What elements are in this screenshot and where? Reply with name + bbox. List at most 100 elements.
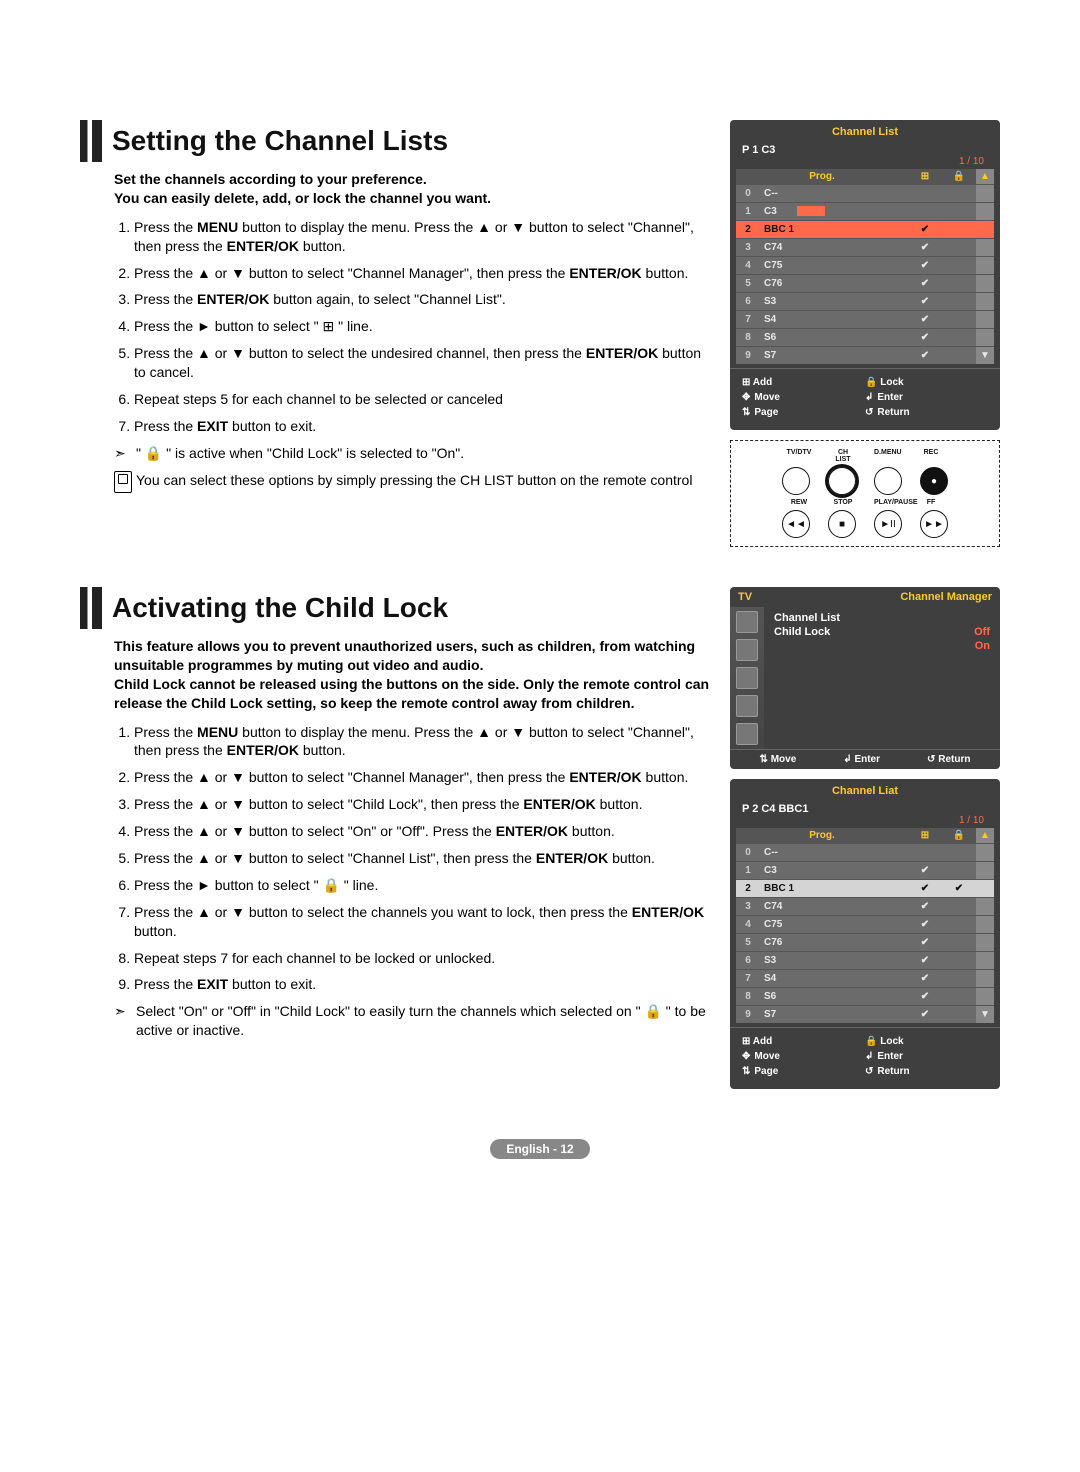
remote-rew-button[interactable]: ◄◄ (782, 510, 810, 538)
channel-num: 6 (736, 952, 760, 970)
step-item: Press the MENU button to display the men… (134, 723, 710, 761)
channel-num: 3 (736, 898, 760, 916)
osd1-h-prog: Prog. (736, 169, 908, 185)
scroll-track[interactable] (976, 916, 994, 934)
scroll-track[interactable] (976, 952, 994, 970)
channel-row[interactable]: 1C3 (736, 203, 994, 221)
channel-name: C76 (760, 934, 908, 952)
step-item: Press the ▲ or ▼ button to select "On" o… (134, 822, 710, 841)
menu-icon[interactable] (736, 611, 758, 633)
osd1-f-add-text: ⊞ Add (742, 377, 772, 388)
channel-name: C76 (760, 275, 908, 293)
channel-lock (942, 293, 976, 311)
section1-note1-text: " 🔒 " is active when "Child Lock" is sel… (136, 444, 464, 463)
channel-add: ✔ (908, 916, 942, 934)
remote-labels-row2: REWSTOPPLAY/PAUSEFF (786, 499, 944, 506)
scroll-track[interactable] (976, 970, 994, 988)
channel-name: S7 (760, 1006, 908, 1024)
manual-page: Setting the Channel Lists Set the channe… (80, 120, 1000, 1159)
channel-num: 1 (736, 203, 760, 221)
scroll-track[interactable] (976, 880, 994, 898)
scroll-track[interactable] (976, 329, 994, 347)
channel-name: S6 (760, 329, 908, 347)
remote-dmenu-button[interactable] (874, 467, 902, 495)
menu-row[interactable]: Child LockOff (774, 625, 990, 639)
scroll-track[interactable] (976, 185, 994, 203)
channel-row[interactable]: 9S7✔▼ (736, 347, 994, 365)
channel-row[interactable]: 6S3✔ (736, 293, 994, 311)
channel-row[interactable]: 2BBC 1✔✔ (736, 880, 994, 898)
channel-row[interactable]: 0C-- (736, 185, 994, 203)
remote-tvdtv-button[interactable] (782, 467, 810, 495)
scroll-track[interactable] (976, 221, 994, 239)
scroll-track[interactable] (976, 239, 994, 257)
menu-row[interactable]: On (774, 639, 990, 653)
channel-row[interactable]: 5C76✔ (736, 275, 994, 293)
scroll-track[interactable] (976, 293, 994, 311)
osd2-f-return: ↺ Return (927, 754, 970, 765)
scroll-track[interactable] (976, 862, 994, 880)
channel-row[interactable]: 4C75✔ (736, 257, 994, 275)
channel-add: ✔ (908, 880, 942, 898)
channel-row[interactable]: 7S4✔ (736, 311, 994, 329)
arrow-icon (114, 1002, 136, 1040)
channel-row[interactable]: 8S6✔ (736, 329, 994, 347)
osd3-f-page: ⇅Page (742, 1066, 865, 1077)
remote-stop-button[interactable]: ■ (828, 510, 856, 538)
channel-row[interactable]: 3C74✔ (736, 239, 994, 257)
channel-lock (942, 347, 976, 365)
channel-row[interactable]: 1C3✔ (736, 862, 994, 880)
osd3-f-enter: ↲Enter (865, 1051, 988, 1062)
channel-row[interactable]: 7S4✔ (736, 970, 994, 988)
scroll-track[interactable] (976, 203, 994, 221)
osd1-f-enter: ↲Enter (865, 392, 988, 403)
scroll-track[interactable] (976, 898, 994, 916)
channel-row[interactable]: 4C75✔ (736, 916, 994, 934)
osd2-f-return-text: Return (938, 754, 970, 765)
scroll-down-icon[interactable]: ▼ (976, 347, 994, 365)
osd1-table: Prog. ⊞ 🔒 ▲ 0C--1C32BBC 1✔3C74✔4C75✔5C76… (736, 169, 994, 364)
menu-option: On (975, 640, 990, 652)
scroll-track[interactable] (976, 275, 994, 293)
menu-icon[interactable] (736, 695, 758, 717)
channel-num: 9 (736, 1006, 760, 1024)
channel-lock (942, 844, 976, 862)
channel-row[interactable]: 6S3✔ (736, 952, 994, 970)
scroll-track[interactable] (976, 988, 994, 1006)
channel-add: ✔ (908, 239, 942, 257)
menu-icon[interactable] (736, 667, 758, 689)
channel-add: ✔ (908, 221, 942, 239)
menu-row[interactable]: Channel List (774, 611, 990, 625)
channel-row[interactable]: 0C-- (736, 844, 994, 862)
remote-rec-button[interactable]: ● (920, 467, 948, 495)
channel-add (908, 844, 942, 862)
channel-row[interactable]: 2BBC 1✔ (736, 221, 994, 239)
scroll-track[interactable] (976, 934, 994, 952)
osd3-h-lock: 🔒 (942, 828, 976, 844)
remote-ff-button[interactable]: ►► (920, 510, 948, 538)
remote-icon-wrap (114, 471, 136, 493)
menu-icon[interactable] (736, 723, 758, 745)
section2-graphics: TV Channel Manager Channel ListChild Loc… (730, 587, 1000, 1099)
title-bar-icon (80, 120, 102, 162)
scroll-track[interactable] (976, 311, 994, 329)
scroll-up-icon[interactable]: ▲ (976, 828, 994, 844)
remote-chlist-button[interactable] (828, 467, 856, 495)
scroll-track[interactable] (976, 844, 994, 862)
channel-add (908, 185, 942, 203)
scroll-up-icon[interactable]: ▲ (976, 169, 994, 185)
scroll-track[interactable] (976, 257, 994, 275)
osd1-current-text: P 1 C3 (742, 144, 775, 156)
osd3-current: P 2 C4 BBC1 (736, 799, 994, 815)
remote-play-button[interactable]: ►II (874, 510, 902, 538)
osd3-f-move: ✥Move (742, 1051, 865, 1062)
section2-steps: Press the MENU button to display the men… (114, 723, 710, 995)
remote-label: D.MENU (874, 449, 900, 463)
channel-row[interactable]: 3C74✔ (736, 898, 994, 916)
channel-row[interactable]: 5C76✔ (736, 934, 994, 952)
channel-row[interactable]: 8S6✔ (736, 988, 994, 1006)
scroll-down-icon[interactable]: ▼ (976, 1006, 994, 1024)
channel-row[interactable]: 9S7✔▼ (736, 1006, 994, 1024)
step-item: Press the MENU button to display the men… (134, 218, 710, 256)
menu-icon[interactable] (736, 639, 758, 661)
